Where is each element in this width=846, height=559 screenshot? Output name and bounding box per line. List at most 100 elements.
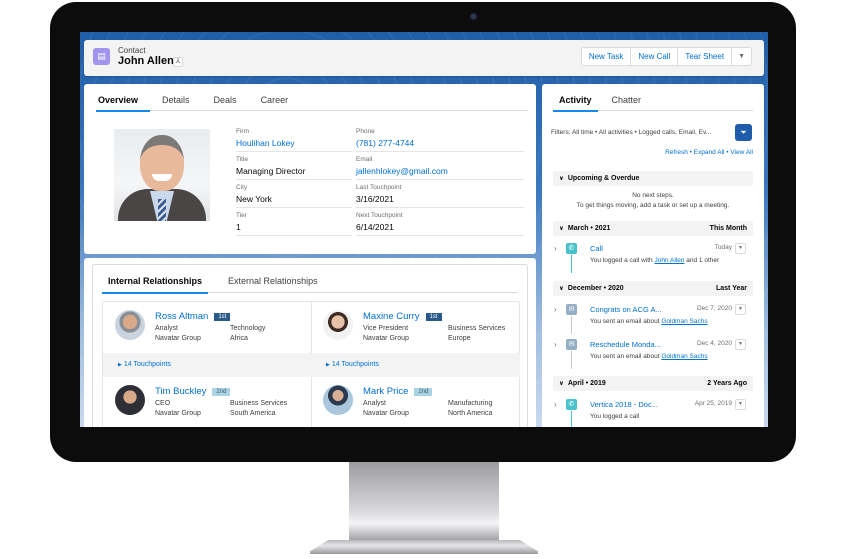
empty-line: No next steps. — [632, 192, 674, 199]
field-label: Last Touchpoint — [356, 184, 402, 191]
section-upcoming-overdue[interactable]: ∨ Upcoming & Overdue — [553, 171, 753, 186]
chevron-down-icon: ▼ — [738, 53, 745, 60]
header-actions: New Task New Call Tear Sheet ▼ — [580, 47, 752, 66]
relationships-card: Internal Relationships External Relation… — [92, 264, 528, 427]
touchpoints-toggle[interactable]: ▶ 14 Touchpoints — [311, 353, 520, 377]
item-menu-button[interactable]: ▼ — [735, 304, 746, 315]
field-tier: Tier 1 — [236, 210, 352, 236]
degree-badge: 1st — [214, 313, 231, 321]
section-month[interactable]: ∨ April • 2019 2 Years Ago — [553, 376, 753, 391]
section-month[interactable]: ∨ March • 2021 This Month — [553, 221, 753, 236]
refresh-link[interactable]: Refresh — [665, 149, 688, 156]
avatar — [115, 385, 145, 415]
chevron-right-icon[interactable]: › — [554, 244, 557, 253]
section-month[interactable]: ∨ December • 2020 Last Year — [553, 281, 753, 296]
more-actions-button[interactable]: ▼ — [732, 48, 751, 65]
item-menu-button[interactable]: ▼ — [735, 339, 746, 350]
item-menu-button[interactable]: ▼ — [735, 399, 746, 410]
timeline-line — [571, 316, 572, 334]
new-task-button[interactable]: New Task — [582, 48, 632, 65]
person-name-link[interactable]: Maxine Curry — [363, 311, 420, 322]
activity-card: Activity Chatter Filters: All time • All… — [542, 84, 764, 427]
tab-deals[interactable]: Deals — [202, 92, 249, 110]
tab-details[interactable]: Details — [150, 92, 202, 110]
touchpoints-toggle[interactable]: ▶ 14 Touchpoints — [103, 353, 311, 377]
timeline-line — [571, 351, 572, 369]
timeline-line — [571, 411, 572, 427]
field-label: City — [236, 184, 248, 191]
desc-text: You sent an email about — [590, 353, 662, 360]
no-next-steps-message: No next steps. To get things moving, add… — [553, 191, 753, 211]
field-label: Next Touchpoint — [356, 212, 403, 219]
contact-link[interactable]: John Allen — [654, 257, 684, 264]
person-name-link[interactable]: Tim Buckley — [155, 386, 206, 397]
person-company: Navatar Group — [363, 335, 409, 342]
object-type-label: Contact — [118, 46, 146, 55]
caret-right-icon: ▶ — [118, 362, 122, 368]
person-region: South America — [230, 410, 276, 417]
activity-title-link[interactable]: Congrats on ACG A... — [590, 305, 662, 314]
filter-icon[interactable]: ⏷ — [735, 124, 752, 141]
field-last-touchpoint: Last Touchpoint 3/16/2021 — [356, 182, 524, 208]
chevron-down-icon: ∨ — [559, 226, 564, 232]
section-relative-date: Last Year — [715, 285, 747, 292]
person-company: Navatar Group — [155, 335, 201, 342]
item-menu-button[interactable]: ▼ — [735, 243, 746, 254]
tab-overview[interactable]: Overview — [96, 92, 151, 112]
new-call-button[interactable]: New Call — [631, 48, 679, 65]
field-email: Email jallenhlokey@gmail.com — [356, 154, 524, 180]
chevron-right-icon[interactable]: › — [554, 340, 557, 349]
account-link[interactable]: Goldman Sachs — [661, 318, 707, 325]
hierarchy-icon[interactable]: ⅄ — [173, 57, 183, 67]
section-label: December • 2020 — [567, 285, 624, 292]
tab-activity[interactable]: Activity — [553, 92, 598, 112]
tab-external-relationships[interactable]: External Relationships — [208, 273, 338, 292]
account-link[interactable]: Goldman Sachs — [661, 353, 707, 360]
activity-description: You logged a call — [590, 413, 640, 420]
tab-internal-relationships[interactable]: Internal Relationships — [102, 273, 209, 294]
activity-item: › ✉ Reschedule Monda... Dec 4, 2020 ▼ Yo… — [553, 337, 753, 369]
person-industry: Manufacturing — [448, 400, 493, 407]
phone-link[interactable]: (781) 277-4744 — [356, 138, 524, 148]
tab-chatter[interactable]: Chatter — [598, 92, 656, 110]
touchpoints-label: 14 Touchpoints — [331, 361, 379, 368]
chevron-right-icon[interactable]: › — [554, 305, 557, 314]
activity-title-link[interactable]: Vertica 2018 - Doc... — [590, 400, 658, 409]
person-title: Vice President — [363, 325, 409, 332]
firm-link[interactable]: Houlihan Lokey — [236, 138, 352, 148]
relationship-card: Maxine Curry 1st Vice President Navatar G… — [311, 302, 520, 378]
activity-item: › ✆ Vertica 2018 - Doc... Apr 25, 2019 ▼… — [553, 397, 753, 427]
field-value: 1 — [236, 222, 241, 232]
activity-title-link[interactable]: Call — [590, 244, 603, 253]
view-all-link[interactable]: View All — [730, 149, 753, 156]
app-screen: ▤ Contact John Allen ⅄ New Task New Call… — [80, 32, 768, 427]
degree-badge: 2nd — [414, 388, 433, 396]
person-title: CEO — [155, 400, 171, 407]
camera-icon — [471, 14, 476, 19]
person-region: North America — [448, 410, 493, 417]
activity-tabs: Activity Chatter — [553, 92, 753, 112]
field-firm: Firm Houlihan Lokey — [236, 126, 352, 152]
filters-summary: Filters: All time • All activities • Log… — [551, 129, 712, 136]
relationship-tabs: Internal Relationships External Relation… — [102, 273, 518, 294]
record-header: ▤ Contact John Allen ⅄ New Task New Call… — [84, 40, 764, 76]
desc-text: You sent an email about — [590, 318, 662, 325]
person-name-link[interactable]: Mark Price — [363, 386, 408, 397]
person-region: Africa — [230, 335, 248, 342]
expand-all-link[interactable]: Expand All — [694, 149, 725, 156]
person-name-link[interactable]: Ross Altman — [155, 311, 208, 322]
field-next-touchpoint: Next Touchpoint 6/14/2021 — [356, 210, 524, 236]
chevron-right-icon[interactable]: › — [554, 400, 557, 409]
tab-career[interactable]: Career — [249, 92, 301, 110]
activity-item: › ✆ Call Today ▼ You logged a call with … — [553, 241, 753, 273]
degree-badge: 1st — [425, 313, 442, 321]
tear-sheet-button[interactable]: Tear Sheet — [678, 48, 733, 65]
field-city: City New York — [236, 182, 352, 208]
timeline-line — [571, 255, 572, 273]
overview-card: Overview Details Deals Career Firm Houli… — [84, 84, 536, 254]
chevron-down-icon: ∨ — [559, 381, 564, 387]
activity-title-link[interactable]: Reschedule Monda... — [590, 340, 661, 349]
email-link[interactable]: jallenhlokey@gmail.com — [356, 166, 524, 176]
avatar — [115, 310, 145, 340]
relationship-card: Ross Altman 1st Analyst Navatar Group Tec… — [103, 302, 312, 378]
